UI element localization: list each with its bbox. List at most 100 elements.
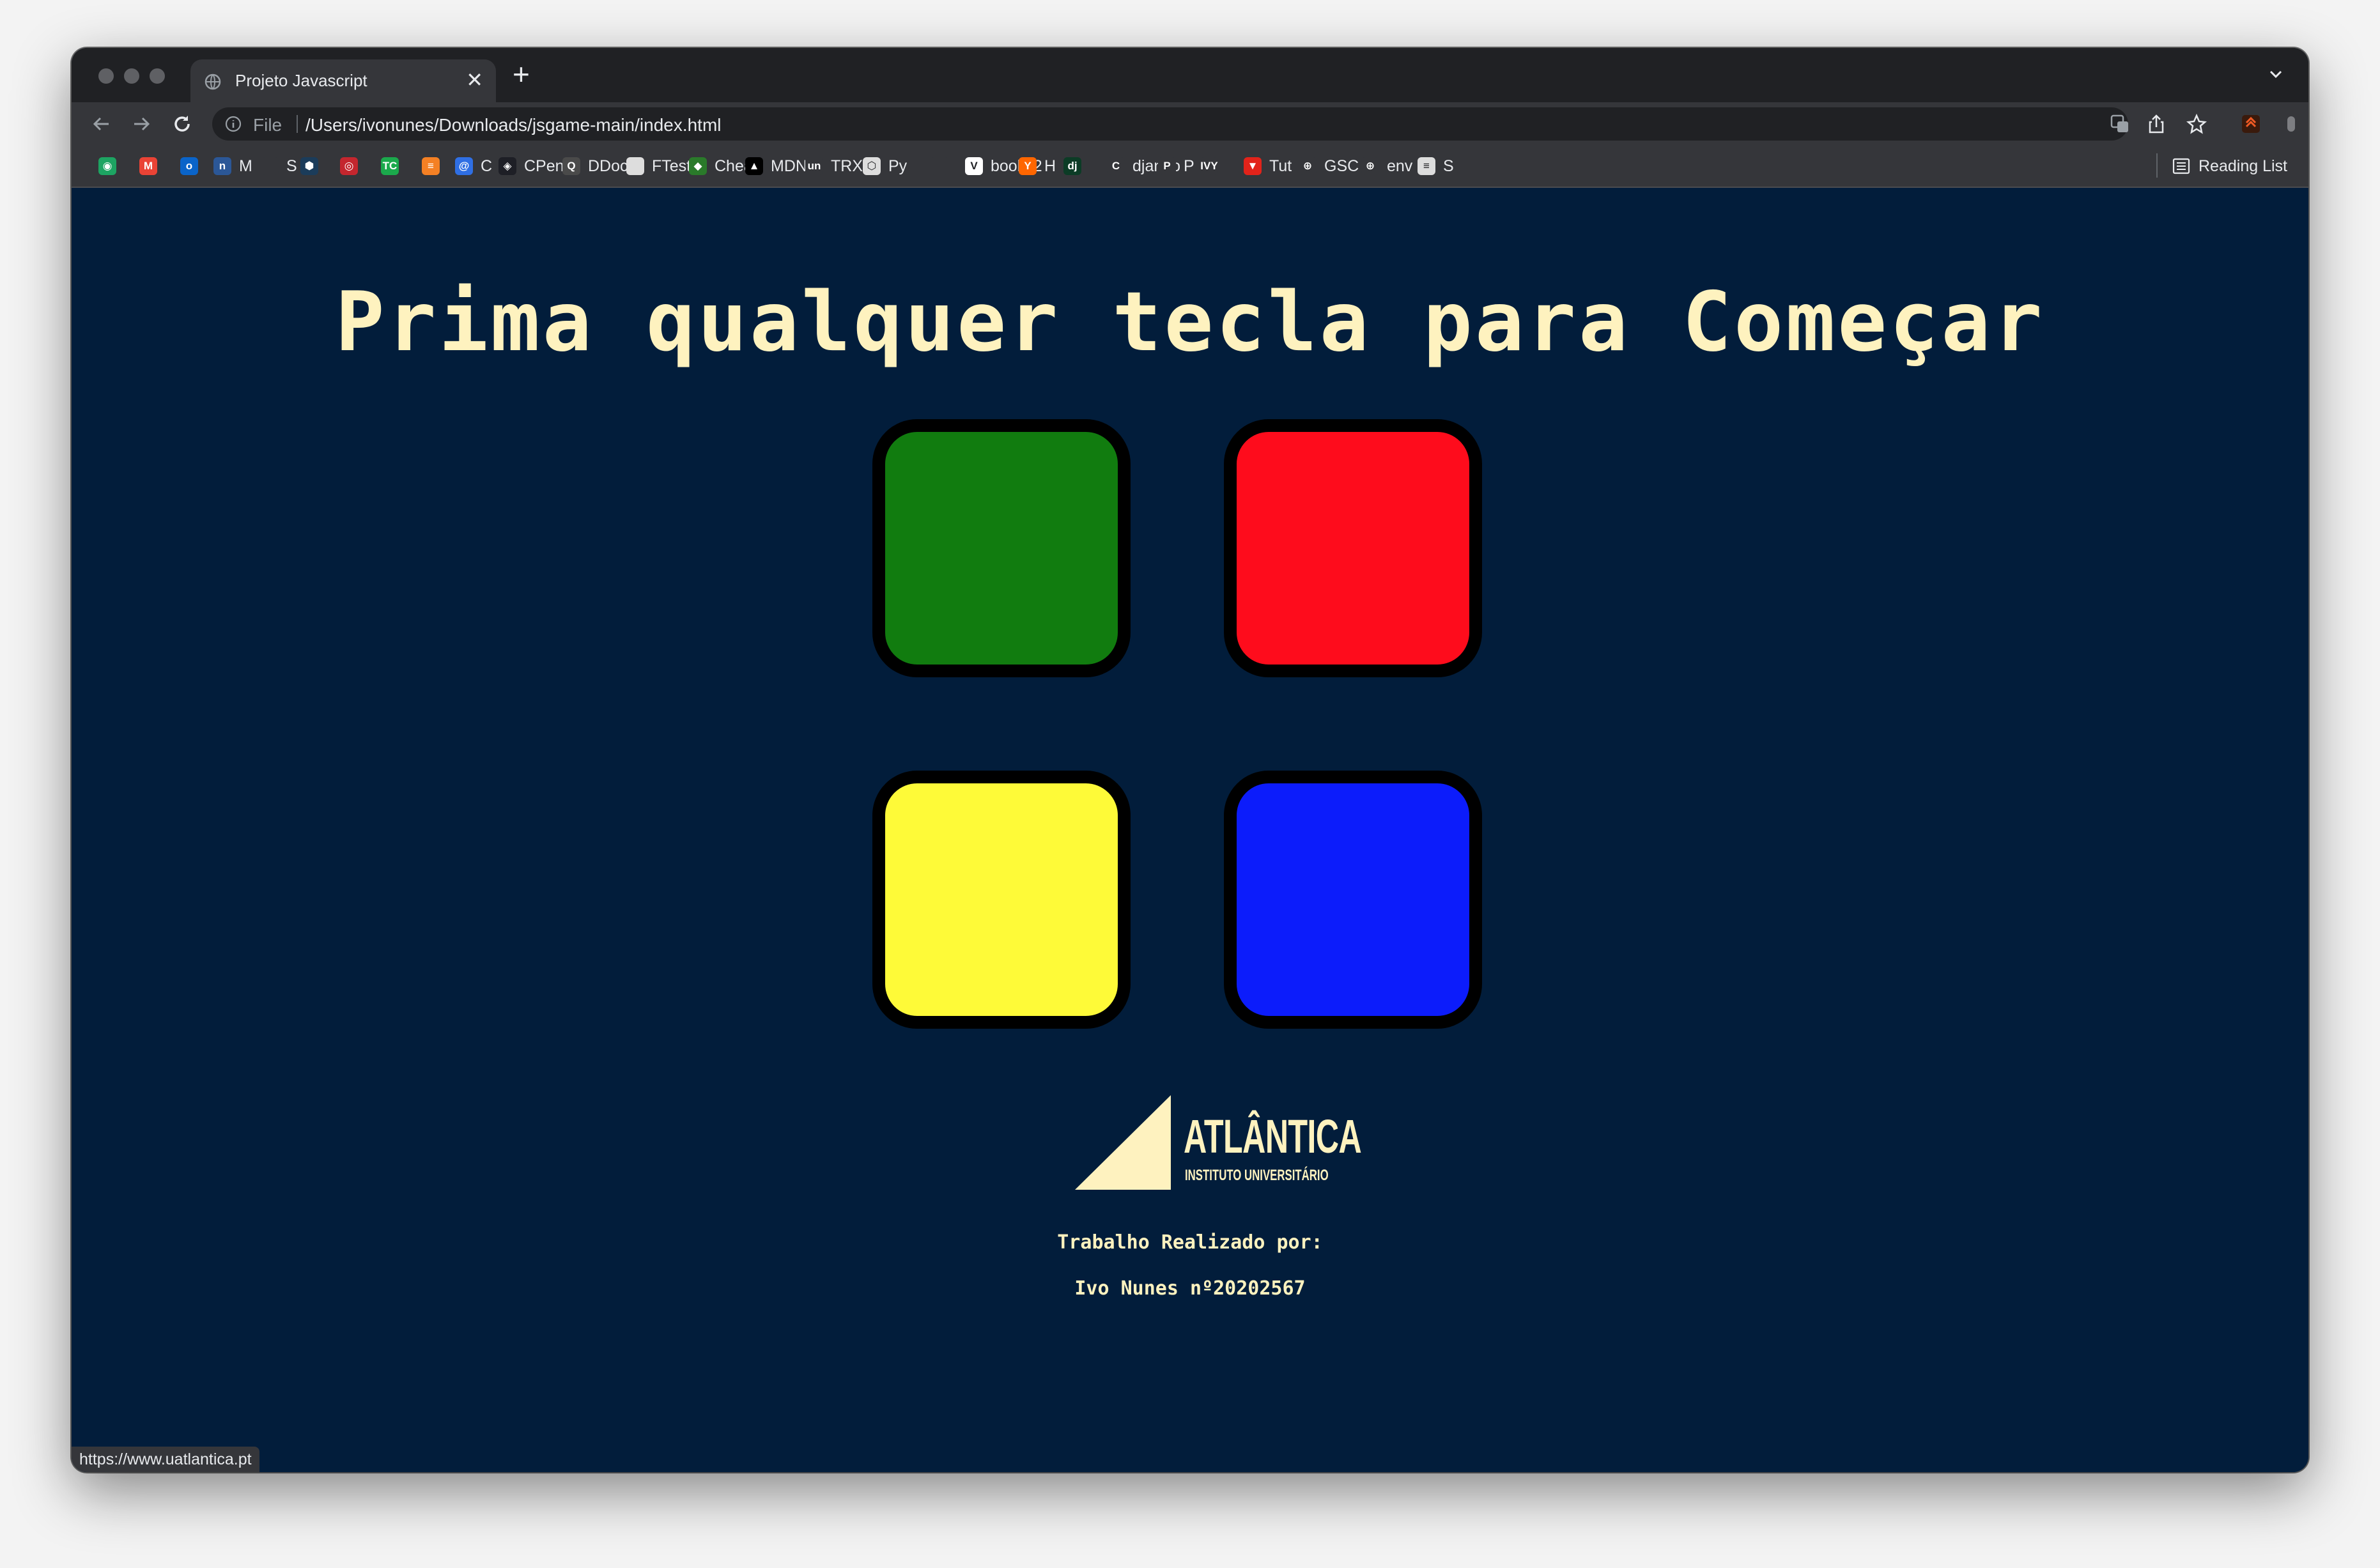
close-window-button[interactable] <box>98 68 114 84</box>
bookmark-label: FTest <box>652 157 692 175</box>
tab-strip: Projeto Javascript ✕ + <box>72 48 2308 102</box>
hangouts-icon: ◉ <box>98 157 116 175</box>
bookmark-item[interactable]: S <box>261 155 297 178</box>
mdn-icon: ▲ <box>745 157 763 175</box>
bookmark-item[interactable]: YH <box>1019 155 1056 178</box>
close-icon[interactable]: ✕ <box>466 67 483 93</box>
bookmark-item[interactable]: ≡ <box>422 155 440 178</box>
bookmark-item[interactable]: ▲ MDN <box>745 155 807 178</box>
forward-arrow-icon[interactable] <box>129 112 153 136</box>
hackernews-icon: Y <box>1019 157 1037 175</box>
bookmark-label: Tut <box>1269 157 1292 175</box>
credit-author: Ivo Nunes nº20202567 <box>1074 1277 1306 1300</box>
py-icon: ⬡ <box>863 157 881 175</box>
bookmark-item[interactable]: @ C <box>455 155 492 178</box>
books-icon: V <box>965 157 983 175</box>
bookmark-label: C <box>481 157 493 175</box>
extension-orange-icon[interactable] <box>2240 113 2262 135</box>
bookmark-label: TRX <box>831 157 863 175</box>
paypal-icon: P <box>1158 157 1176 175</box>
bookmark-item[interactable] <box>931 155 948 178</box>
bookmark-star-icon[interactable] <box>2186 113 2207 135</box>
reading-list-label: Reading List <box>2198 157 2287 175</box>
back-arrow-icon[interactable] <box>89 112 114 136</box>
blank-icon <box>931 157 948 175</box>
bookmark-label: env <box>1387 157 1413 175</box>
bookmark-label: P <box>1184 157 1194 175</box>
blue-button[interactable] <box>1224 771 1482 1029</box>
zoom-window-button[interactable] <box>150 68 165 84</box>
tut-icon: ▼ <box>1244 157 1262 175</box>
bookmark-item[interactable]: M <box>139 155 157 178</box>
logo-name: ATLÂNTICA <box>1184 1110 1362 1163</box>
bookmark-label: CPen <box>524 157 564 175</box>
chevron-down-icon[interactable] <box>2266 65 2285 84</box>
dark-hex-icon: ⬢ <box>300 157 318 175</box>
unsplash-icon: un <box>805 157 823 175</box>
bookmark-item[interactable]: nM <box>213 155 252 178</box>
bookmark-item[interactable]: ⬡ Py <box>863 155 907 178</box>
bookmark-item[interactable]: IVY <box>1200 155 1218 178</box>
browser-window: Projeto Javascript ✕ + File /Users/ivonu… <box>72 48 2308 1472</box>
logo-subtitle: INSTITUTO UNIVERSITÁRIO <box>1185 1167 1329 1184</box>
atlantica-logo[interactable]: ATLÂNTICA INSTITUTO UNIVERSITÁRIO <box>1075 1095 1395 1197</box>
bookmark-item[interactable]: o <box>180 155 198 178</box>
extension-gray-icon[interactable] <box>2280 113 2302 135</box>
bookmark-item[interactable]: PP <box>1158 155 1194 178</box>
new-tab-button[interactable]: + <box>513 58 530 90</box>
bookmark-item[interactable]: ⬢ <box>300 155 318 178</box>
mlab-icon: n <box>213 157 231 175</box>
tc-icon: TC <box>381 157 399 175</box>
status-url-bubble: https://www.uatlantica.pt <box>72 1447 259 1472</box>
translate-icon[interactable] <box>2109 113 2131 135</box>
bookmark-label: M <box>239 157 252 175</box>
reading-list-icon <box>2172 158 2190 174</box>
minimize-window-button[interactable] <box>124 68 139 84</box>
bookmark-item[interactable]: Q DDocs <box>562 155 636 178</box>
omnibox-divider <box>297 115 298 133</box>
url-text[interactable]: /Users/ivonunes/Downloads/jsgame-main/in… <box>305 115 722 135</box>
bookmark-item[interactable]: TC <box>381 155 399 178</box>
browser-toolbar: File /Users/ivonunes/Downloads/jsgame-ma… <box>72 102 2308 146</box>
devdocs-icon: Q <box>562 157 580 175</box>
red-mask-icon: ◎ <box>340 157 358 175</box>
red-button[interactable] <box>1224 419 1482 677</box>
ftest-icon <box>626 157 644 175</box>
url-scheme-label: File <box>253 115 282 135</box>
bookmarks-divider <box>2156 153 2158 178</box>
bookmark-label: GSC <box>1324 157 1359 175</box>
green-button[interactable] <box>872 419 1131 677</box>
stackoverflow-icon: ≡ <box>422 157 440 175</box>
info-icon[interactable] <box>225 116 242 132</box>
bookmark-label: H <box>1044 157 1056 175</box>
tab-projeto-javascript[interactable]: Projeto Javascript ✕ <box>190 59 496 102</box>
game-page: Prima qualquer tecla para Começar ATLÂNT… <box>72 188 2308 1472</box>
bookmark-item[interactable]: FTest <box>626 155 691 178</box>
gmail-icon: M <box>139 157 157 175</box>
bookmark-item[interactable]: ⊕ env <box>1361 155 1412 178</box>
share-icon[interactable] <box>2145 113 2167 135</box>
bookmark-item[interactable]: ▼ Tut <box>1244 155 1292 178</box>
globe-icon <box>205 73 221 90</box>
django-icon: C <box>1107 157 1125 175</box>
bookmark-item[interactable]: un TRX <box>805 155 863 178</box>
address-bar[interactable]: File /Users/ivonunes/Downloads/jsgame-ma… <box>212 107 2128 141</box>
bookmark-item[interactable]: ◈ CPen <box>498 155 564 178</box>
s-doc-icon: ≡ <box>1418 157 1435 175</box>
bookmarks-bar: Reading List ◉ Mo n M S ⬢ ◎ TC ≡ @ C ◈ CPen Q DDocs FTe… <box>72 146 2308 188</box>
reading-list-button[interactable]: Reading List <box>2172 155 2287 178</box>
bookmark-item[interactable]: ◉ <box>98 155 116 178</box>
bookmark-item[interactable]: ⊕ GSC <box>1299 155 1359 178</box>
codepen-icon: ◈ <box>498 157 516 175</box>
at-icon: @ <box>455 157 473 175</box>
ivy-icon: IVY <box>1200 157 1218 175</box>
yellow-button[interactable] <box>872 771 1131 1029</box>
bookmark-label: S <box>1443 157 1454 175</box>
cheat-icon: ◆ <box>689 157 707 175</box>
tab-title: Projeto Javascript <box>235 71 367 90</box>
bookmark-item[interactable]: ≡ S <box>1418 155 1454 178</box>
globe-icon: ⊕ <box>1299 157 1317 175</box>
reload-icon[interactable] <box>170 112 194 136</box>
bookmark-item[interactable]: ◎ <box>340 155 358 178</box>
bookmark-item[interactable]: dj <box>1063 155 1081 178</box>
